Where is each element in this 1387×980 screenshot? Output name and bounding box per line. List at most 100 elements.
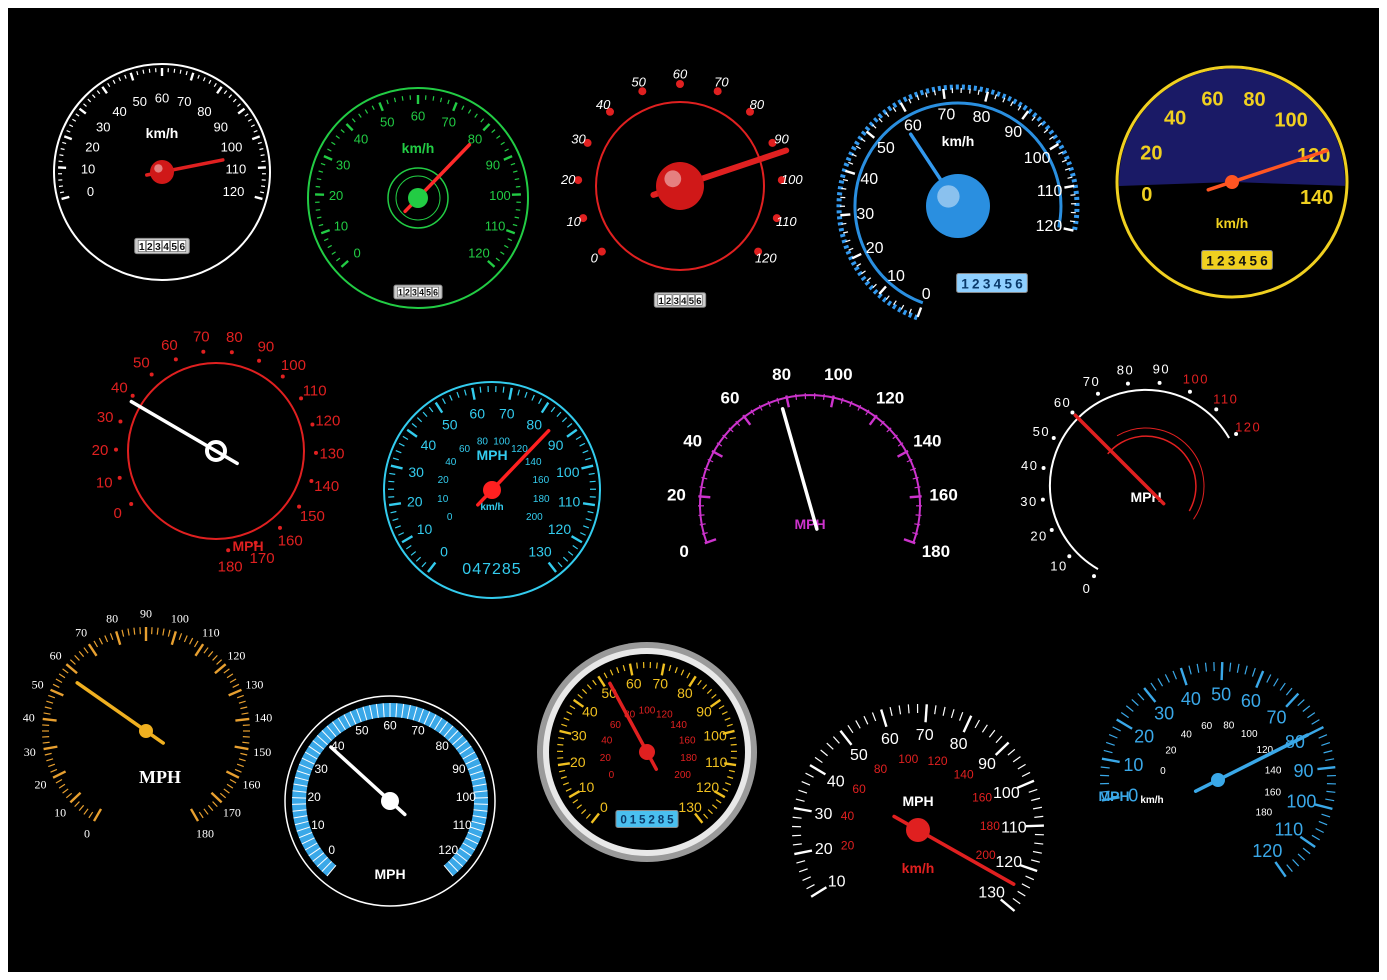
gauge-minor-tick: [393, 97, 397, 103]
gauge-tick-label: 20: [560, 172, 576, 187]
gauge-inner-tick-label: 0: [609, 770, 615, 781]
gauge-minor-tick: [112, 79, 116, 84]
gauge-major-tick: [63, 135, 73, 141]
gauge-minor-tick: [236, 763, 244, 768]
gauge-tick-label: 80: [106, 611, 118, 625]
odometer-digit: 2: [405, 288, 410, 298]
gauge-minor-tick: [915, 514, 922, 517]
gauge-tick-label: 20: [1030, 529, 1047, 544]
gauge-minor-tick: [1204, 662, 1208, 672]
gauge-inner-tick-label: 200: [526, 512, 543, 523]
gauge-minor-tick: [142, 69, 145, 74]
gauge-tick-label: 20: [329, 188, 343, 203]
gauge-tick-label: 110: [558, 493, 581, 509]
gauge-major-tick: [225, 770, 240, 779]
odometer-digit: 4: [163, 242, 169, 253]
gauge-minor-tick: [841, 187, 847, 190]
gauge-tick-label: 20: [35, 777, 47, 791]
gauge-major-tick: [794, 849, 813, 856]
speedometer-g6: 010 20 30 40 50 60 70 80 90 100 110 120 130 140 150 160…: [92, 328, 345, 575]
gauge-inner-tick-label: 10: [437, 494, 449, 505]
gauge-minor-tick: [822, 393, 825, 400]
gauge-major-tick: [742, 414, 752, 426]
gauge-minor-tick: [500, 251, 505, 255]
gauge-tick-dot: [310, 422, 315, 427]
gauge-secondary-unit-label: km/h: [1140, 795, 1163, 806]
gauge-minor-tick: [802, 876, 812, 881]
gauge-tick-label: 120: [876, 389, 904, 408]
gauge-minor-tick: [925, 92, 928, 98]
gauge-minor-tick: [229, 778, 237, 784]
gauge-minor-tick: [411, 423, 418, 428]
gauge-major-tick: [323, 155, 333, 161]
gauge-inner-tick-label: 0: [1160, 766, 1166, 777]
gauge-minor-tick: [422, 411, 428, 418]
gauge-major-tick: [92, 808, 103, 822]
gauge-minor-tick: [502, 386, 505, 393]
gauge-inner-tick-label: 40: [841, 809, 855, 823]
gauge-major-tick: [216, 86, 223, 95]
gauge-major-tick: [482, 123, 491, 132]
gauge-tick-label: 150: [253, 745, 271, 759]
gauge-tick-label: 100: [781, 172, 803, 187]
gauge-minor-tick: [583, 525, 590, 529]
odometer-digit: 2: [972, 276, 980, 291]
gauge-minor-tick: [995, 735, 1003, 744]
gauge-needle-hub: [656, 162, 704, 210]
gauge-major-tick: [1063, 227, 1074, 232]
gauge-minor-tick: [394, 525, 401, 529]
gauge-minor-tick: [237, 103, 241, 107]
gauge-tick-dot: [1051, 435, 1056, 440]
gauge-tick-label: 90: [696, 704, 712, 720]
gauge-tick-label: 30: [24, 745, 36, 759]
gauge-tick-label: 150: [300, 508, 325, 525]
gauge-inner-tick-label: 200: [674, 770, 691, 781]
gauge-major-tick: [1025, 824, 1044, 828]
gauge-minor-tick: [358, 113, 362, 118]
gauge-minor-tick: [863, 715, 869, 725]
gauge-minor-tick: [504, 148, 509, 152]
gauge-minor-tick: [401, 96, 404, 101]
gauge-minor-tick: [1292, 859, 1300, 867]
gauge-minor-tick: [1012, 897, 1021, 905]
gauge-tick-label: 100: [456, 790, 476, 804]
gauge-tick-label: 90: [1293, 761, 1313, 781]
gauge-minor-tick: [127, 628, 130, 636]
gauge-needle: [780, 407, 819, 531]
gauge-major-tick: [390, 464, 403, 470]
gauge-minor-tick: [1034, 842, 1044, 845]
gauge-minor-tick: [212, 801, 218, 808]
gauge-inner-tick-label: 80: [1223, 721, 1235, 732]
gauge-unit-label: km/h: [402, 140, 435, 156]
gauge-tick-label: 180: [922, 542, 950, 561]
gauge-minor-tick: [1025, 875, 1035, 881]
gauge-minor-tick: [847, 724, 854, 734]
gauge-inner-tick-label: 120: [928, 754, 948, 768]
gauge-tick-dot: [1040, 497, 1045, 502]
gauge-major-tick: [1016, 779, 1035, 789]
gauge-minor-tick: [1061, 159, 1067, 163]
odometer-digit: 5: [639, 814, 646, 827]
gauge-tick-label: 30: [571, 131, 586, 146]
gauge-tick-label: 10: [566, 214, 581, 229]
gauge-minor-tick: [585, 518, 592, 522]
gauge-tick-dot: [1092, 574, 1096, 579]
gauge-minor-tick: [474, 113, 478, 118]
gauge-tick-label: 20: [407, 493, 423, 509]
gauge-minor-tick: [1321, 813, 1331, 818]
gauge-minor-tick: [226, 673, 234, 679]
gauge-tick-label: 90: [258, 339, 275, 356]
gauge-major-tick: [503, 155, 513, 161]
gauge-tick-label: 70: [499, 405, 515, 421]
gauge-minor-tick: [1251, 667, 1256, 677]
gauge-tick-label: 90: [213, 120, 227, 135]
gauge-minor-tick: [1037, 122, 1043, 127]
gauge-minor-tick: [916, 95, 920, 101]
gauge-minor-tick: [410, 551, 417, 556]
gauge-minor-tick: [203, 647, 209, 654]
gauge-minor-tick: [335, 135, 340, 139]
gauge-minor-tick: [842, 178, 849, 182]
gauge-tick-label: 40: [827, 773, 845, 790]
gauge-minor-tick: [62, 141, 67, 145]
gauge-tick-label: 120: [696, 779, 720, 795]
